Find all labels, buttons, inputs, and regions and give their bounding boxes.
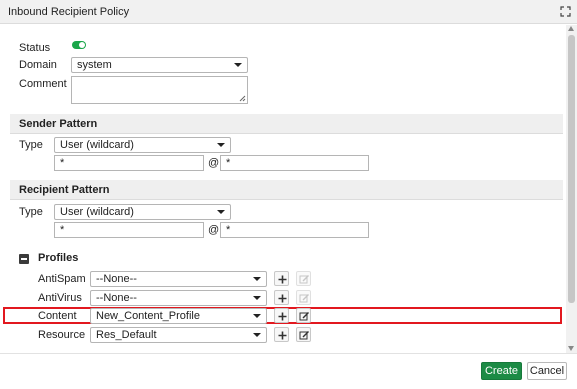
profiles-title: Profiles bbox=[38, 252, 79, 264]
chevron-down-icon bbox=[253, 333, 261, 337]
scroll-down-icon[interactable] bbox=[568, 346, 574, 351]
antispam-select[interactable]: --None-- bbox=[90, 271, 267, 287]
resource-select[interactable]: Res_Default bbox=[90, 327, 267, 343]
resize-handle-icon[interactable] bbox=[239, 95, 246, 102]
antispam-label: AntiSpam bbox=[38, 273, 86, 285]
resource-add-button[interactable] bbox=[274, 327, 289, 342]
sender-domain-value: * bbox=[226, 157, 231, 169]
recipient-type-label: Type bbox=[19, 206, 43, 218]
content-select[interactable]: New_Content_Profile bbox=[90, 308, 267, 324]
recipient-local-input[interactable]: * bbox=[54, 222, 204, 238]
plus-icon bbox=[278, 294, 287, 303]
sender-local-input[interactable]: * bbox=[54, 155, 204, 171]
sender-type-value: User (wildcard) bbox=[60, 139, 134, 151]
sender-type-select[interactable]: User (wildcard) bbox=[54, 137, 231, 153]
antivirus-select[interactable]: --None-- bbox=[90, 290, 267, 306]
scroll-up-icon[interactable] bbox=[568, 26, 574, 31]
edit-icon bbox=[299, 294, 309, 303]
comment-label: Comment bbox=[19, 78, 67, 90]
resource-label: Resource bbox=[38, 329, 86, 341]
cancel-button[interactable]: Cancel bbox=[527, 362, 567, 380]
recipient-pattern-header: Recipient Pattern bbox=[10, 180, 563, 200]
sender-domain-input[interactable]: * bbox=[220, 155, 369, 171]
domain-select[interactable]: system bbox=[71, 57, 248, 73]
sender-pattern-title: Sender Pattern bbox=[19, 118, 98, 130]
antivirus-label: AntiVirus bbox=[38, 292, 82, 304]
plus-icon bbox=[278, 312, 287, 321]
recipient-type-select[interactable]: User (wildcard) bbox=[54, 204, 231, 220]
maximize-icon[interactable] bbox=[560, 6, 571, 17]
sender-local-value: * bbox=[60, 157, 65, 169]
dialog-body: Status Domain system Comment Sender Patt… bbox=[0, 25, 566, 353]
resource-edit-button[interactable] bbox=[296, 327, 311, 342]
chevron-down-icon bbox=[234, 63, 242, 67]
domain-label: Domain bbox=[19, 59, 57, 71]
scrollbar-thumb[interactable] bbox=[568, 35, 575, 303]
status-label: Status bbox=[19, 42, 51, 54]
chevron-down-icon bbox=[253, 296, 261, 300]
chevron-down-icon bbox=[253, 277, 261, 281]
content-value: New_Content_Profile bbox=[96, 310, 200, 322]
dialog-footer: Create Cancel bbox=[0, 353, 577, 389]
recipient-domain-value: * bbox=[226, 224, 231, 236]
dialog-titlebar: Inbound Recipient Policy bbox=[0, 0, 577, 24]
dialog-title: Inbound Recipient Policy bbox=[8, 6, 130, 18]
antispam-value: --None-- bbox=[96, 273, 137, 285]
resource-value: Res_Default bbox=[96, 329, 157, 341]
recipient-local-value: * bbox=[60, 224, 65, 236]
recipient-at-sign: @ bbox=[208, 224, 220, 236]
antivirus-edit-button[interactable] bbox=[296, 290, 311, 305]
status-toggle[interactable] bbox=[72, 41, 86, 49]
chevron-down-icon bbox=[217, 210, 225, 214]
vertical-scrollbar[interactable] bbox=[566, 25, 577, 353]
plus-icon bbox=[278, 331, 287, 340]
sender-type-label: Type bbox=[19, 139, 43, 151]
comment-textarea[interactable] bbox=[71, 76, 248, 104]
content-label: Content bbox=[38, 310, 77, 322]
chevron-down-icon bbox=[253, 314, 261, 318]
antivirus-value: --None-- bbox=[96, 292, 137, 304]
sender-at-sign: @ bbox=[208, 157, 220, 169]
edit-icon bbox=[299, 275, 309, 284]
chevron-down-icon bbox=[217, 143, 225, 147]
recipient-domain-input[interactable]: * bbox=[220, 222, 369, 238]
create-button[interactable]: Create bbox=[481, 362, 522, 380]
recipient-pattern-title: Recipient Pattern bbox=[19, 184, 110, 196]
edit-icon bbox=[299, 312, 309, 321]
edit-icon bbox=[299, 331, 309, 340]
antispam-add-button[interactable] bbox=[274, 271, 289, 286]
sender-pattern-header: Sender Pattern bbox=[10, 114, 563, 134]
collapse-icon[interactable] bbox=[19, 254, 29, 264]
plus-icon bbox=[278, 275, 287, 284]
toggle-knob bbox=[79, 42, 85, 48]
content-edit-button[interactable] bbox=[296, 308, 311, 323]
domain-select-value: system bbox=[77, 59, 112, 71]
antivirus-add-button[interactable] bbox=[274, 290, 289, 305]
content-add-button[interactable] bbox=[274, 308, 289, 323]
antispam-edit-button[interactable] bbox=[296, 271, 311, 286]
recipient-type-value: User (wildcard) bbox=[60, 206, 134, 218]
